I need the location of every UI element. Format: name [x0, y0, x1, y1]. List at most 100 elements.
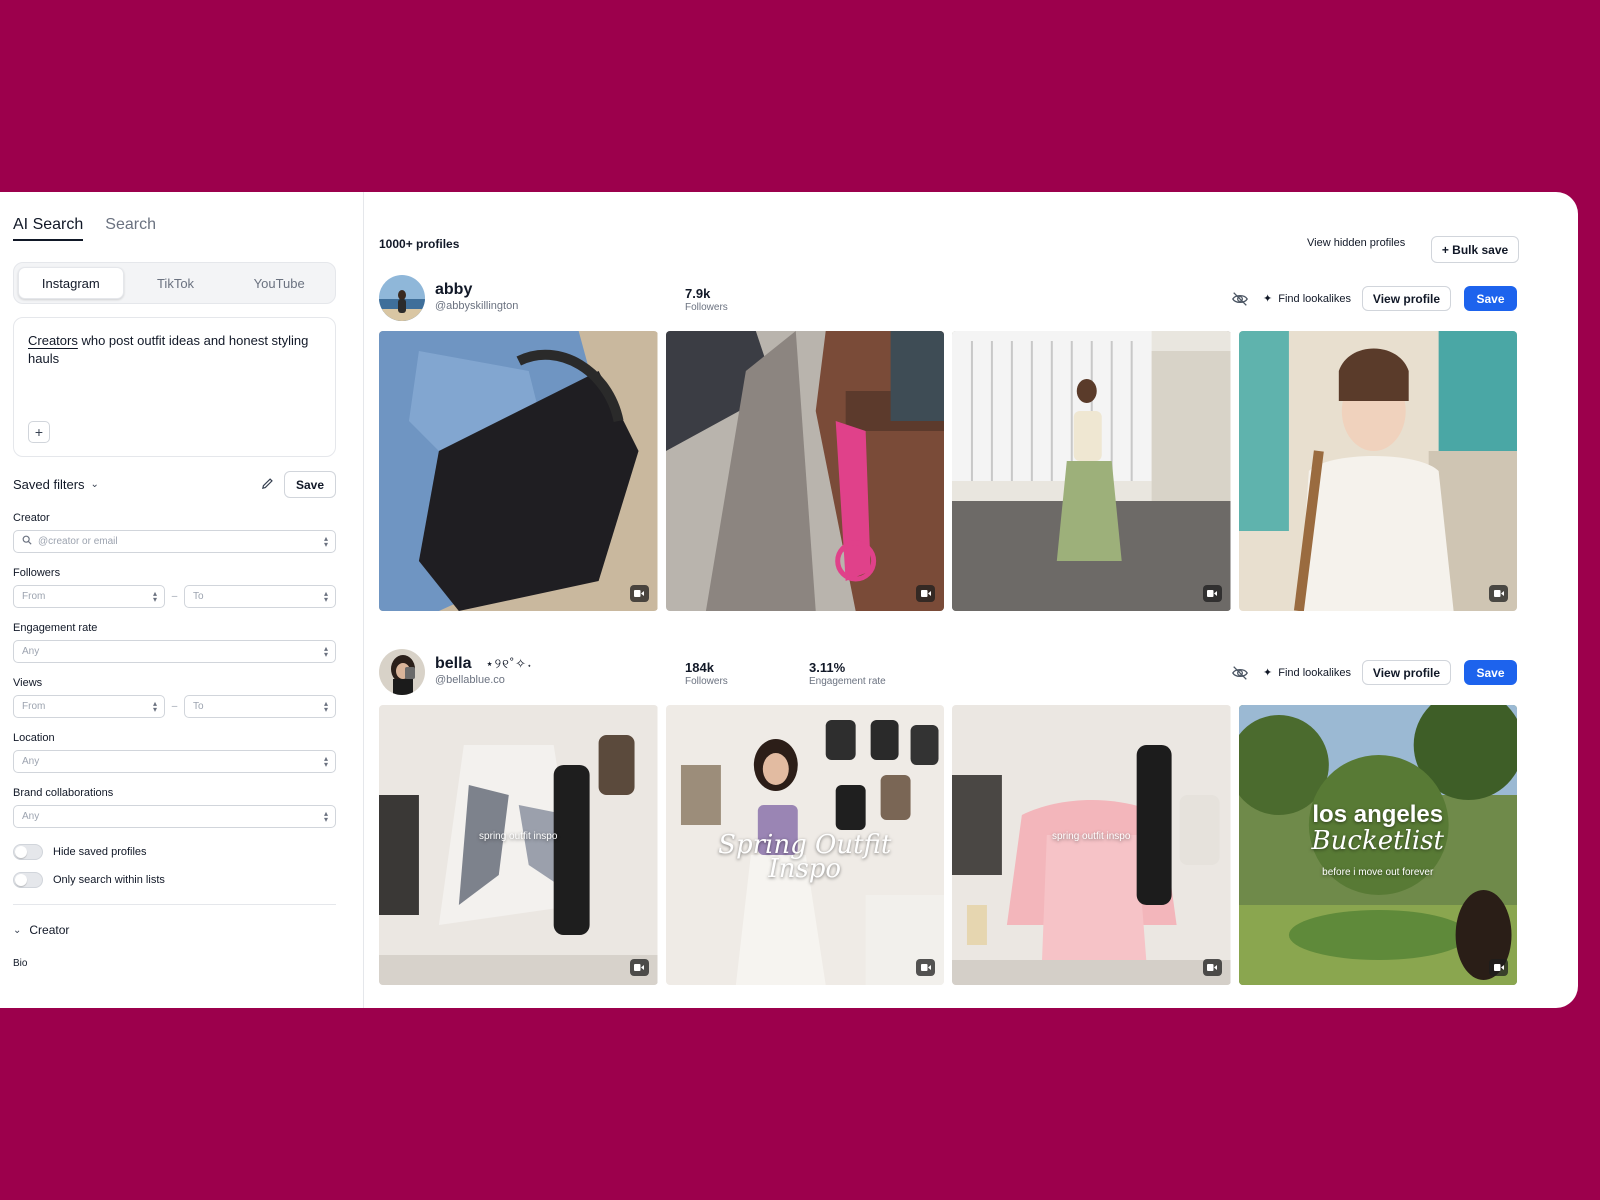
post-caption: spring outfit inspo [1052, 831, 1131, 842]
brand-select[interactable]: Any ▴ ▾ [13, 805, 336, 828]
followers-to-select[interactable]: To ▴ ▾ [183, 585, 336, 608]
sort-arrows-icon: ▴ ▾ [323, 643, 328, 659]
creator-section-toggle[interactable]: ⌄ Creator [13, 923, 336, 937]
save-filters-button[interactable]: Save [284, 471, 336, 498]
location-select[interactable]: Any ▴ ▾ [13, 750, 336, 773]
views-range: From ▴ ▾ – To ▴ ▾ [13, 695, 336, 718]
video-icon [916, 585, 935, 602]
profile-header: abby @abbyskillington 7.9k Followers ✦ Fi… [379, 274, 1517, 326]
tab-search[interactable]: Search [105, 216, 156, 241]
location-value: Any [22, 756, 40, 767]
hide-saved-toggle-row: Hide saved profiles [13, 844, 336, 860]
post-thumbnail[interactable] [379, 331, 658, 611]
results-panel: 1000+ profiles View hidden profiles + Bu… [364, 192, 1578, 1008]
view-profile-button[interactable]: View profile [1362, 286, 1451, 311]
sparkle-icon: ✦ [1263, 667, 1273, 679]
profile-name-text: bella [435, 655, 472, 672]
creator-placeholder: @creator or email [38, 536, 118, 547]
followers-range: From ▴ ▾ – To ▴ ▾ [13, 585, 336, 608]
profile-actions: ✦ Find lookalikes View profile Save [1231, 660, 1517, 685]
post-thumbnail[interactable]: spring outfit inspo [952, 705, 1231, 985]
sort-arrows-icon: ▴ ▾ [153, 698, 158, 714]
saved-filters-row: Saved filters ⌄ Save [13, 471, 336, 498]
platform-instagram[interactable]: Instagram [18, 267, 124, 299]
view-hidden-profiles-link[interactable]: View hidden profiles [1307, 237, 1405, 249]
within-lists-toggle[interactable] [13, 872, 43, 888]
search-icon [22, 535, 32, 548]
profile-name-decoration: ⋆୨୧˚✧˖ [485, 656, 533, 671]
add-attachment-button[interactable]: + [28, 421, 50, 443]
post-thumbnail[interactable]: los angeles Bucketlist before i move out… [1238, 705, 1517, 985]
engagement-select[interactable]: Any ▴ ▾ [13, 640, 336, 663]
profile-card: abby @abbyskillington 7.9k Followers ✦ Fi… [379, 274, 1517, 611]
location-filter-label: Location [13, 732, 55, 744]
followers-from-select[interactable]: From ▴ ▾ [13, 585, 166, 608]
followers-stat: 184k Followers [685, 660, 728, 687]
tab-ai-search[interactable]: AI Search [13, 216, 84, 241]
save-profile-button[interactable]: Save [1464, 286, 1517, 311]
post-caption: Bucketlist [1311, 826, 1444, 856]
results-count: 1000+ profiles [379, 237, 460, 251]
eye-off-icon[interactable] [1231, 664, 1249, 682]
sidebar-divider [13, 904, 336, 905]
bulk-save-button[interactable]: + Bulk save [1431, 236, 1519, 263]
followers-from-value: From [22, 591, 46, 602]
sort-arrows-icon: ▴ ▾ [153, 588, 158, 604]
creator-section-label: Creator [29, 923, 70, 937]
find-lookalikes-label: Find lookalikes [1278, 666, 1351, 679]
post-thumbnail[interactable] [1238, 331, 1517, 611]
platform-tiktok[interactable]: TikTok [124, 267, 228, 299]
query-highlight: Creators [28, 333, 78, 348]
find-lookalikes-button[interactable]: ✦ Find lookalikes [1263, 666, 1351, 680]
profile-name[interactable]: abby [435, 281, 472, 299]
post-thumbnails: spring outfit inspo Spring Outfit Inspo s… [379, 705, 1517, 985]
views-filter-label: Views [13, 677, 43, 689]
post-caption: los angeles [1312, 801, 1444, 828]
view-profile-button[interactable]: View profile [1362, 660, 1451, 685]
followers-filter-label: Followers [13, 567, 61, 579]
engagement-value: 3.11% [809, 660, 846, 675]
eye-off-icon[interactable] [1231, 290, 1249, 308]
engagement-stat: 3.11% Engagement rate [809, 660, 886, 687]
ai-query-input[interactable]: Creators who post outfit ideas and hones… [13, 317, 336, 457]
sort-arrows-icon: ▴ ▾ [323, 588, 328, 604]
video-icon [1489, 585, 1508, 602]
post-caption: spring outfit inspo [479, 831, 558, 842]
platform-youtube[interactable]: YouTube [227, 267, 331, 299]
pencil-icon[interactable] [261, 477, 274, 493]
post-caption: Spring Outfit Inspo [666, 832, 945, 884]
engagement-label: Engagement rate [809, 676, 886, 687]
bio-filter-label: Bio [13, 958, 28, 969]
save-profile-button[interactable]: Save [1464, 660, 1517, 685]
views-to-select[interactable]: To ▴ ▾ [183, 695, 336, 718]
chevron-down-icon: ⌄ [13, 924, 22, 936]
avatar[interactable] [379, 649, 425, 695]
find-lookalikes-button[interactable]: ✦ Find lookalikes [1263, 292, 1351, 306]
post-thumbnail[interactable] [952, 331, 1231, 611]
saved-filters-dropdown[interactable]: Saved filters ⌄ [13, 477, 99, 492]
hide-saved-toggle[interactable] [13, 844, 43, 860]
sort-arrows-icon: ▴ ▾ [323, 753, 328, 769]
post-thumbnail[interactable] [665, 331, 944, 611]
creator-search-input[interactable]: @creator or email ▴ ▾ [13, 530, 336, 553]
post-thumbnail[interactable]: Spring Outfit Inspo [665, 705, 945, 985]
profile-handle: @abbyskillington [435, 300, 519, 312]
video-icon [629, 959, 649, 976]
post-thumbnails [379, 331, 1517, 611]
views-from-select[interactable]: From ▴ ▾ [13, 695, 166, 718]
post-thumbnail[interactable]: spring outfit inspo [379, 705, 658, 985]
find-lookalikes-label: Find lookalikes [1278, 292, 1351, 305]
plus-icon: + [34, 424, 44, 440]
profile-name[interactable]: bella ⋆୨୧˚✧˖ [435, 655, 532, 673]
app-window: AI Search Search Instagram TikTok YouTub… [0, 192, 1578, 1008]
video-icon [1489, 959, 1508, 976]
profile-header: bella ⋆୨୧˚✧˖ @bellablue.co 184k Followers… [379, 648, 1517, 700]
sort-arrows-icon: ▴ ▾ [323, 533, 328, 549]
avatar[interactable] [379, 275, 425, 321]
brand-filter-label: Brand collaborations [13, 787, 114, 799]
sparkle-icon: ✦ [1263, 293, 1273, 305]
post-caption-line: Inspo [768, 854, 842, 884]
filter-sidebar: AI Search Search Instagram TikTok YouTub… [0, 192, 364, 1008]
video-icon [1202, 959, 1222, 976]
views-from-value: From [22, 701, 46, 712]
